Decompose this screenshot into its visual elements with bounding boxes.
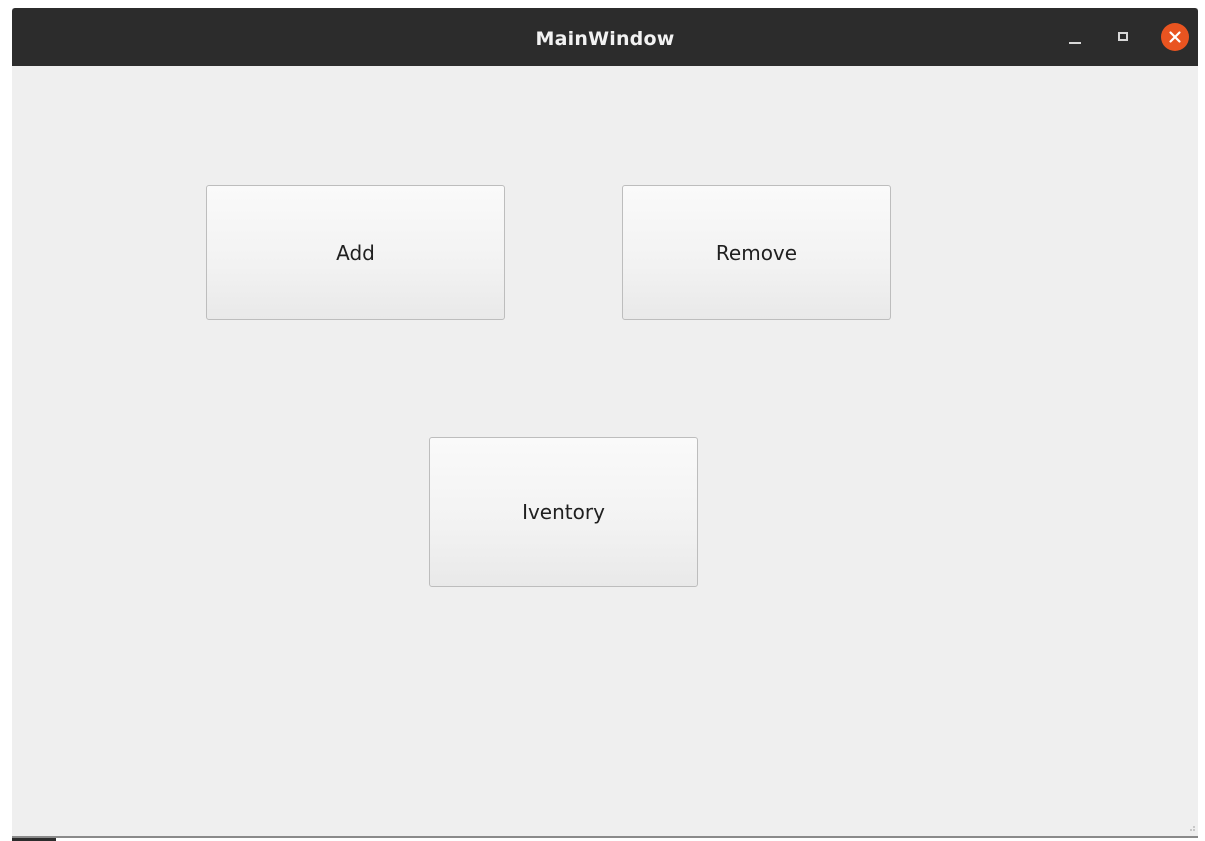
inventory-button[interactable]: Iventory [429,437,698,587]
title-bar[interactable]: MainWindow [12,8,1198,66]
minimize-button[interactable] [1062,24,1088,50]
resize-grip-icon[interactable] [1186,822,1196,832]
window-title: MainWindow [535,28,675,50]
main-window: MainWindow Add Remove Iventory [12,8,1198,838]
add-button[interactable]: Add [206,185,505,320]
maximize-button[interactable] [1111,24,1137,50]
close-icon [1169,31,1181,43]
remove-button[interactable]: Remove [622,185,891,320]
close-button[interactable] [1161,23,1189,51]
maximize-icon [1118,32,1128,41]
minimize-icon [1069,42,1081,44]
